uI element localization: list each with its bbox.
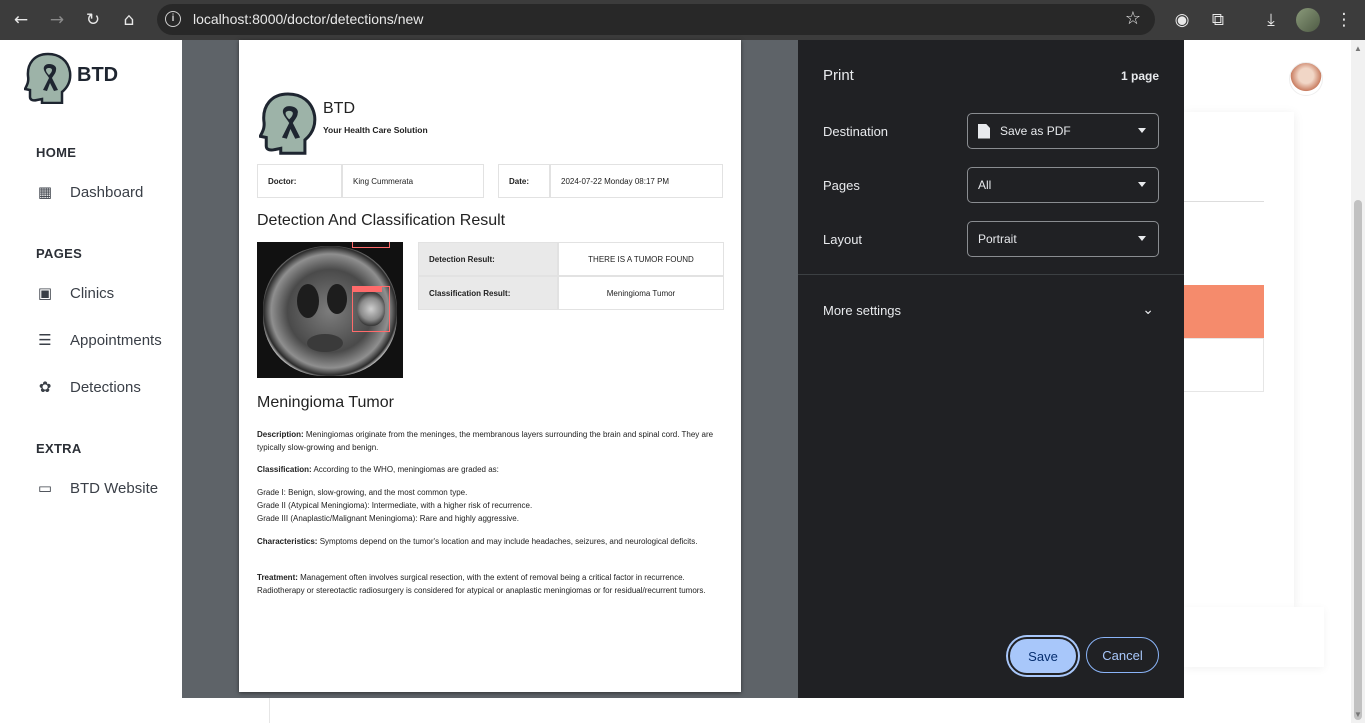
sidebar-section-extra: EXTRA: [36, 441, 82, 456]
clinic-icon: ▣: [37, 284, 53, 302]
report-info-table: Doctor: King Cummerata Date: 2024-07-22 …: [257, 164, 723, 198]
sidebar-item-dashboard[interactable]: ▦ Dashboard: [36, 180, 143, 204]
classification-paragraph: Classification: According to the WHO, me…: [257, 465, 499, 474]
pages-label: Pages: [823, 178, 860, 193]
characteristics-paragraph: Characteristics: Symptoms depend on the …: [257, 537, 698, 546]
layout-select[interactable]: Portrait: [967, 221, 1159, 257]
sidebar-item-appointments[interactable]: ☰ Appointments: [36, 328, 162, 352]
doctor-value: King Cummerata: [342, 164, 484, 198]
dashboard-icon: ▦: [37, 183, 53, 201]
pages-value: All: [978, 178, 992, 192]
sidebar-item-clinics[interactable]: ▣ Clinics: [36, 281, 114, 305]
screenshot-icon[interactable]: ◉: [1171, 9, 1193, 31]
reload-icon[interactable]: ↻: [82, 9, 104, 31]
settings-divider: [798, 274, 1184, 275]
background-footer-card: [1184, 607, 1324, 667]
scrollbar-thumb[interactable]: [1354, 200, 1362, 720]
result-table: Detection Result: THERE IS A TUMOR FOUND…: [418, 242, 724, 310]
destination-select[interactable]: Save as PDF: [967, 113, 1159, 149]
result-heading: Detection And Classification Result: [257, 212, 506, 229]
print-settings-panel: Print 1 page Destination Save as PDF Pag…: [798, 40, 1184, 698]
browser-window-icon: ▭: [37, 479, 53, 497]
report-brand: BTD: [323, 100, 355, 117]
download-icon[interactable]: ⤓: [1260, 9, 1282, 31]
print-preview[interactable]: BTD Your Health Care Solution Doctor: Ki…: [182, 40, 798, 698]
doctor-label: Doctor:: [257, 164, 342, 198]
description-paragraph: Description: Meningiomas originate from …: [257, 430, 714, 452]
date-label: Date:: [498, 164, 550, 198]
mri-scan-image: [257, 242, 403, 378]
sidebar-item-btd-website[interactable]: ▭ BTD Website: [36, 476, 158, 500]
destination-label: Destination: [823, 124, 889, 139]
more-settings-toggle[interactable]: More settings: [823, 303, 901, 318]
detection-box: [352, 242, 390, 248]
layout-label: Layout: [823, 232, 863, 247]
forward-icon[interactable]: →: [46, 9, 68, 31]
brand-name[interactable]: BTD: [77, 64, 118, 87]
classification-result-label: Classification Result:: [418, 276, 558, 310]
address-bar[interactable]: i localhost:8000/doctor/detections/new ☆: [157, 4, 1155, 35]
pages-select[interactable]: All: [967, 167, 1159, 203]
sidebar-item-detections[interactable]: ✿ Detections: [36, 375, 141, 399]
sidebar-item-label: Appointments: [70, 331, 162, 349]
user-avatar[interactable]: [1289, 62, 1323, 96]
page-scrollbar[interactable]: ▲ ▼: [1351, 40, 1365, 723]
brain-logo-icon: [24, 52, 72, 104]
background-accent-bar: [1184, 285, 1264, 338]
dropdown-caret-icon: [1138, 182, 1146, 187]
bookmark-star-icon[interactable]: ☆: [1125, 8, 1141, 29]
site-info-icon[interactable]: i: [165, 11, 181, 27]
list-icon: ☰: [38, 331, 52, 349]
browser-toolbar: ← → ↻ ⌂ i localhost:8000/doctor/detectio…: [0, 0, 1365, 40]
sidebar-item-label: Clinics: [70, 284, 115, 302]
sidebar-item-label: Dashboard: [70, 183, 144, 201]
dropdown-caret-icon: [1138, 236, 1146, 241]
profile-avatar[interactable]: [1296, 8, 1320, 32]
sidebar-item-label: BTD Website: [70, 479, 159, 497]
treatment-paragraph: Treatment: Management often involves sur…: [257, 573, 706, 595]
grade-list: Grade I: Benign, slow-growing, and the m…: [257, 488, 533, 523]
report-tagline: Your Health Care Solution: [323, 125, 428, 135]
url-text[interactable]: localhost:8000/doctor/detections/new: [193, 11, 423, 27]
preview-page: BTD Your Health Care Solution Doctor: Ki…: [239, 40, 741, 692]
cancel-button[interactable]: Cancel: [1086, 637, 1159, 673]
layout-value: Portrait: [978, 232, 1017, 246]
sidebar-section-home: HOME: [36, 145, 77, 160]
classification-result-value: Meningioma Tumor: [558, 276, 724, 310]
detection-result-value: THERE IS A TUMOR FOUND: [558, 242, 724, 276]
save-button[interactable]: Save: [1008, 637, 1078, 675]
detection-result-label: Detection Result:: [418, 242, 558, 276]
dropdown-caret-icon: [1138, 128, 1146, 133]
background-divider: [1184, 201, 1264, 202]
brain-logo-icon: [259, 92, 317, 155]
back-icon[interactable]: ←: [10, 9, 32, 31]
document-icon: [978, 123, 990, 139]
detection-box: [352, 286, 390, 332]
print-dialog: BTD Your Health Care Solution Doctor: Ki…: [182, 40, 1184, 698]
chevron-down-icon[interactable]: ⌄: [1142, 302, 1154, 318]
menu-kebab-icon[interactable]: ⋮: [1333, 9, 1355, 31]
scroll-down-icon[interactable]: ▼: [1354, 710, 1362, 719]
page-count: 1 page: [1120, 69, 1159, 83]
tumor-heading: Meningioma Tumor: [257, 394, 394, 411]
home-icon[interactable]: ⌂: [118, 9, 140, 31]
background-box: [1184, 338, 1264, 392]
print-title: Print: [823, 67, 854, 84]
date-value: 2024-07-22 Monday 08:17 PM: [550, 164, 723, 198]
sidebar-section-pages: PAGES: [36, 246, 83, 261]
brain-icon: ✿: [38, 378, 52, 396]
extensions-icon[interactable]: ⧉: [1207, 9, 1229, 31]
sidebar-item-label: Detections: [70, 378, 141, 396]
destination-value: Save as PDF: [1000, 124, 1071, 138]
scroll-up-icon[interactable]: ▲: [1354, 44, 1362, 53]
